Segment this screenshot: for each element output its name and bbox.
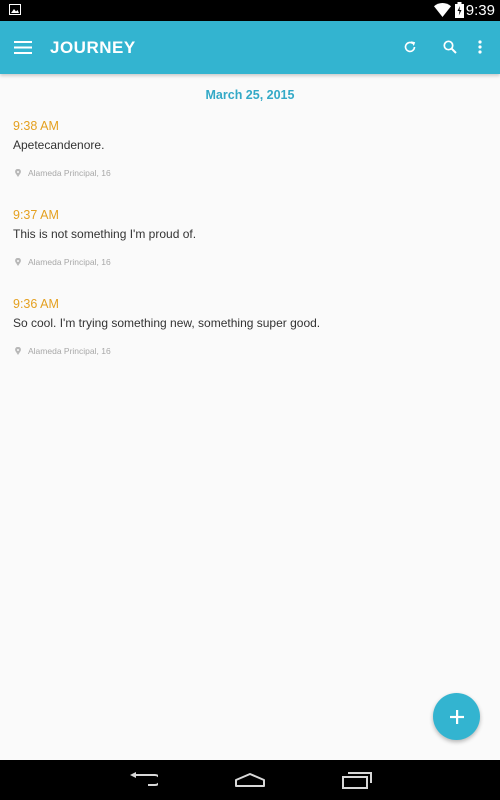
overflow-menu-button[interactable] bbox=[468, 35, 492, 59]
home-icon bbox=[235, 773, 265, 787]
refresh-button[interactable] bbox=[398, 35, 422, 59]
wifi-icon bbox=[434, 3, 451, 17]
back-button[interactable] bbox=[126, 768, 160, 792]
entry-time: 9:37 AM bbox=[13, 208, 59, 222]
location-pin-icon bbox=[15, 169, 21, 177]
screen: 9:39 JOURNEY March 25, 2015 9:38 AM Apet… bbox=[0, 0, 500, 800]
location-label: Alameda Principal, 16 bbox=[28, 346, 111, 356]
search-icon bbox=[443, 40, 457, 54]
entry-text: This is not something I'm proud of. bbox=[13, 227, 197, 241]
entry-time: 9:36 AM bbox=[13, 297, 59, 311]
home-button[interactable] bbox=[233, 768, 267, 792]
refresh-icon bbox=[404, 41, 416, 53]
entry-location: Alameda Principal, 16 bbox=[15, 255, 111, 269]
back-icon bbox=[130, 772, 158, 786]
location-label: Alameda Principal, 16 bbox=[28, 257, 111, 267]
entry-location: Alameda Principal, 16 bbox=[15, 344, 111, 358]
menu-button[interactable] bbox=[10, 35, 36, 59]
app-bar: JOURNEY bbox=[0, 21, 500, 74]
overflow-menu-icon bbox=[478, 40, 482, 54]
add-entry-button[interactable] bbox=[433, 693, 480, 740]
entry-text: So cool. I'm trying something new, somet… bbox=[13, 316, 321, 330]
location-label: Alameda Principal, 16 bbox=[28, 168, 111, 178]
entry-location: Alameda Principal, 16 bbox=[15, 166, 111, 180]
plus-icon bbox=[449, 709, 464, 724]
journal-entry[interactable]: 9:38 AM Apetecandenore. Alameda Principa… bbox=[0, 118, 500, 207]
gallery-icon bbox=[9, 4, 21, 15]
search-button[interactable] bbox=[438, 35, 462, 59]
entry-text: Apetecandenore. bbox=[13, 138, 105, 152]
date-header: March 25, 2015 bbox=[205, 88, 295, 102]
navigation-bar bbox=[0, 760, 500, 800]
battery-icon bbox=[455, 2, 464, 18]
location-pin-icon bbox=[15, 258, 21, 266]
recents-button[interactable] bbox=[340, 768, 374, 792]
status-bar: 9:39 bbox=[0, 0, 500, 21]
journal-entry[interactable]: 9:37 AM This is not something I'm proud … bbox=[0, 207, 500, 296]
entry-time: 9:38 AM bbox=[13, 119, 59, 133]
app-title: JOURNEY bbox=[50, 38, 136, 57]
journal-entry[interactable]: 9:36 AM So cool. I'm trying something ne… bbox=[0, 296, 500, 385]
recents-icon bbox=[342, 772, 372, 789]
status-time: 9:39 bbox=[465, 2, 495, 19]
hamburger-menu-icon bbox=[14, 40, 32, 54]
location-pin-icon bbox=[15, 347, 21, 355]
